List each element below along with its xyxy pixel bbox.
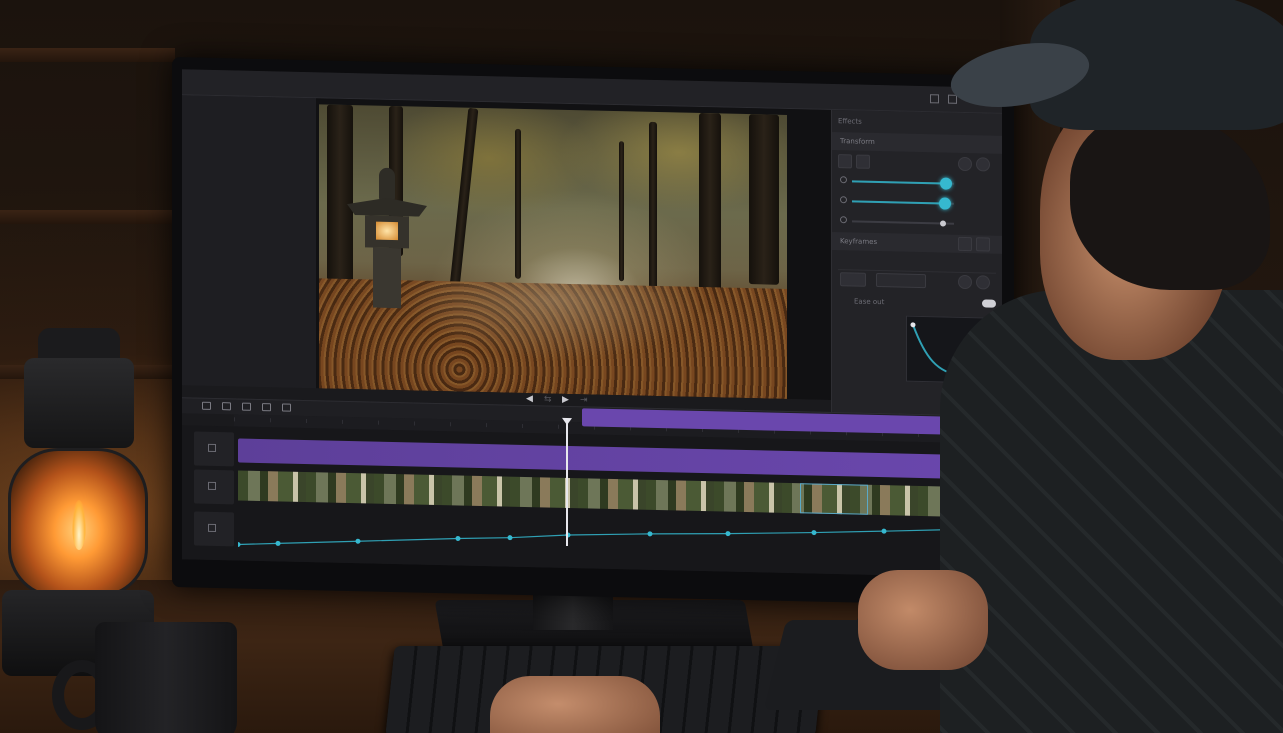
reset-icon[interactable] [838,154,852,169]
snap-icon[interactable] [282,403,291,412]
position-icon [840,176,847,184]
video-editor-window: Effects Transform Keyframes Ease out ◀ ⇆… [182,69,1002,578]
bookshelf-shelf [0,48,175,62]
media-bin-panel [182,95,316,401]
scale-icon [840,196,847,204]
track-header-video[interactable] [194,469,234,505]
track-header-keyframes[interactable] [194,511,234,547]
keyframe-point [238,541,241,547]
ruler-tick: | [234,416,236,422]
preview-frame-forest [319,104,787,399]
ripple-icon[interactable] [262,403,271,412]
track-header-overlay[interactable] [194,431,234,467]
trim-icon[interactable] [222,402,231,411]
easing-preset[interactable] [876,272,926,289]
easing-dropdown[interactable] [840,272,866,287]
keyframe-point [725,531,731,537]
bookshelf-shelf [0,210,175,224]
razor-icon[interactable] [242,402,251,411]
playhead[interactable] [566,421,568,546]
stone-lantern [347,167,427,309]
keyframe-point [455,535,461,541]
ruler-tick: | [450,421,452,427]
monitor: Effects Transform Keyframes Ease out ◀ ⇆… [172,57,1014,607]
play-icon[interactable]: ▶ [562,394,569,406]
coffee-mug [95,622,237,733]
keyframe-point [881,528,887,534]
keyframe-point [507,535,513,541]
selected-frame-range[interactable] [800,483,868,515]
rotation-icon [840,216,847,224]
link-icon[interactable] [856,154,870,169]
keyframe-point [811,530,817,536]
ruler-tick: | [378,419,380,425]
next-frame-icon[interactable]: ⇥ [580,394,588,406]
right-hand [858,570,988,670]
ruler-tick: | [306,418,308,424]
timeline-tracks [182,408,1002,578]
ruler-tick: | [414,420,416,426]
keyframe-curve[interactable] [238,510,1002,567]
prev-frame-icon[interactable]: ◀ [526,393,533,405]
keyframe-point [647,531,653,537]
video-clip-filmstrip[interactable] [238,470,1002,518]
ruler-tick: | [486,422,488,428]
ruler-tick: | [522,422,524,428]
left-hand [490,676,660,733]
preview-viewer[interactable] [316,98,831,400]
ruler-tick: | [558,423,560,429]
ruler-tick: | [342,418,344,424]
keyframe-point [275,540,281,546]
select-icon[interactable] [202,401,211,410]
ruler-tick: | [270,417,272,423]
loop-icon[interactable]: ⇆ [544,393,552,405]
keyframe-point [355,538,361,544]
